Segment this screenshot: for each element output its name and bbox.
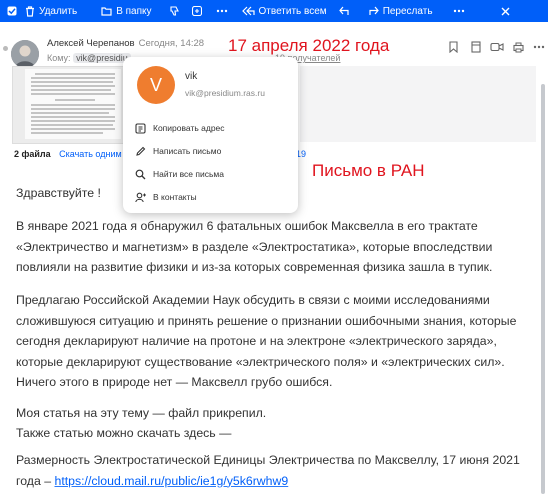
to-label: Кому: bbox=[47, 53, 71, 63]
files-count: 2 файла bbox=[14, 149, 51, 159]
pencil-icon bbox=[135, 146, 146, 157]
contact-popup: V vik vik@presidium.ras.ru Копировать ад… bbox=[123, 57, 298, 213]
paragraph-3b: Также статью можно скачать здесь — bbox=[16, 426, 232, 440]
to-folder-button[interactable]: В папку bbox=[101, 0, 152, 22]
search-icon bbox=[135, 169, 146, 180]
sender-line: Алексей Черепанов Сегодня, 14:28 bbox=[47, 38, 204, 49]
add-contact-icon bbox=[135, 192, 146, 203]
more-dots-icon[interactable] bbox=[533, 40, 545, 54]
person-photo-icon bbox=[11, 40, 39, 68]
close-button[interactable] bbox=[501, 0, 510, 22]
trash-icon bbox=[25, 5, 35, 17]
copy-icon bbox=[135, 122, 146, 134]
reply-button[interactable] bbox=[338, 0, 349, 22]
date-annotation: 17 апреля 2022 года bbox=[228, 36, 390, 55]
reply-all-icon bbox=[241, 6, 255, 16]
scrollbar[interactable] bbox=[541, 84, 545, 494]
to-line: Кому: vik@presidiu 19 получателей bbox=[47, 53, 340, 63]
delete-label: Удалить bbox=[39, 5, 78, 17]
reply-all-button[interactable]: Ответить всем bbox=[241, 0, 327, 22]
checkbox-icon bbox=[7, 6, 17, 16]
avatar[interactable] bbox=[11, 40, 39, 68]
write-message-item[interactable]: Написать письмо bbox=[135, 143, 221, 159]
reply-all-label: Ответить всем bbox=[258, 5, 327, 17]
recipient-chip[interactable]: vik@presidiu bbox=[73, 53, 131, 63]
delete-button[interactable]: Удалить bbox=[25, 0, 77, 22]
forward-label: Переслать bbox=[382, 5, 433, 17]
toolbar: Удалить В папку Ответить всем Переслать bbox=[0, 0, 548, 22]
message-date: Сегодня, 14:28 bbox=[138, 38, 205, 49]
contact-email: vik@presidium.ras.ru bbox=[185, 88, 265, 98]
paragraph-1: В январе 2021 года я обнаружил 6 фатальн… bbox=[16, 219, 493, 274]
ran-annotation: Письмо в РАН bbox=[312, 161, 425, 180]
copy-address-label: Копировать адрес bbox=[153, 123, 225, 133]
close-icon bbox=[501, 7, 510, 16]
files-line: 2 файла Скачать одним 19 bbox=[14, 149, 306, 159]
folder-icon bbox=[101, 6, 112, 16]
document-thumbnail bbox=[25, 69, 121, 139]
to-folder-label: В папку bbox=[116, 5, 152, 17]
select-checkbox[interactable] bbox=[7, 0, 17, 22]
unread-dot[interactable] bbox=[3, 46, 8, 51]
spam-button[interactable] bbox=[169, 0, 180, 22]
more-dots-icon bbox=[453, 9, 465, 13]
copy-address-item[interactable]: Копировать адрес bbox=[135, 120, 225, 136]
more-dots-icon bbox=[216, 9, 228, 13]
attachment-preview-2[interactable] bbox=[300, 66, 536, 142]
forward-icon bbox=[369, 6, 379, 16]
header-actions bbox=[449, 40, 545, 54]
archive-button[interactable] bbox=[191, 0, 202, 22]
archive-icon bbox=[191, 6, 202, 16]
contact-name: vik bbox=[185, 71, 198, 82]
download-all-link[interactable]: Скачать одним bbox=[59, 149, 122, 159]
reply-icon bbox=[338, 6, 349, 16]
video-call-icon[interactable] bbox=[490, 40, 504, 54]
print-icon[interactable] bbox=[513, 40, 524, 54]
paragraph-3a: Моя статья на эту тему — файл прикрепил. bbox=[16, 406, 267, 420]
forward-button[interactable]: Переслать bbox=[369, 0, 433, 22]
bottom-fade bbox=[0, 485, 540, 494]
write-message-label: Написать письмо bbox=[153, 146, 222, 156]
bookmark-icon[interactable] bbox=[449, 40, 458, 54]
toolbar-more-button[interactable] bbox=[453, 0, 465, 22]
attachment-preview[interactable] bbox=[12, 66, 124, 144]
sender-name[interactable]: Алексей Черепанов bbox=[47, 38, 135, 49]
add-to-contacts-label: В контакты bbox=[153, 192, 197, 202]
more-button[interactable] bbox=[216, 0, 228, 22]
thumbs-down-icon bbox=[169, 6, 180, 16]
paragraph-2: Предлагаю Российской Академии Наук обсуд… bbox=[16, 293, 517, 389]
find-all-messages-label: Найти все письма bbox=[153, 169, 224, 179]
find-all-messages-item[interactable]: Найти все письма bbox=[135, 166, 224, 182]
contact-avatar: V bbox=[137, 66, 175, 104]
add-to-contacts-item[interactable]: В контакты bbox=[135, 189, 197, 205]
document-lines bbox=[31, 73, 115, 134]
pin-icon[interactable] bbox=[471, 40, 481, 54]
